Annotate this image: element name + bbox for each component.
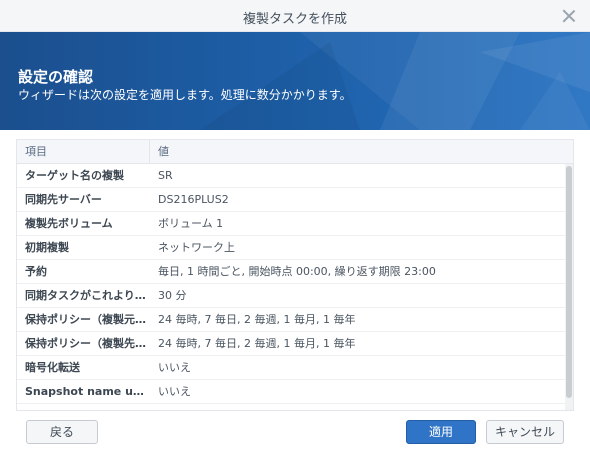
table-row: 同期タスクがこれより長... 30 分 <box>17 284 573 308</box>
cancel-button[interactable]: キャンセル <box>486 420 564 444</box>
row-value: いいえ <box>158 361 191 374</box>
table-row: 予約 毎日, 1 時間ごと, 開始時点 00:00, 繰り返す期限 23:00 <box>17 260 573 284</box>
row-value: 24 毎時, 7 毎日, 2 毎週, 1 毎月, 1 毎年 <box>158 313 356 326</box>
table-row: ターゲット名の複製 SR <box>17 164 573 188</box>
table-row: 暗号化転送 いいえ <box>17 356 573 380</box>
row-item: 同期先サーバー <box>25 193 102 206</box>
table-row: 初期複製 ネットワーク上 <box>17 236 573 260</box>
table-row: 複製先ボリューム ボリューム 1 <box>17 212 573 236</box>
row-item: 保持ポリシー（複製先サ... <box>25 337 150 350</box>
column-header-item[interactable]: 項目 <box>17 140 150 163</box>
table-row: 保持ポリシー（複製先サ... 24 毎時, 7 毎日, 2 毎週, 1 毎月, … <box>17 332 573 356</box>
dialog-title: 複製タスクを作成 <box>242 12 347 27</box>
table-row: 同期先サーバー DS216PLUS2 <box>17 188 573 212</box>
row-item: ターゲット名の複製 <box>25 169 124 182</box>
title-bar: 複製タスクを作成 <box>0 0 590 32</box>
row-value: 24 毎時, 7 毎日, 2 毎週, 1 毎月, 1 毎年 <box>158 337 356 350</box>
header-banner: 設定の確認 ウィザードは次の設定を適用します。処理に数分かかります。 <box>0 32 590 130</box>
banner-title: 設定の確認 <box>18 68 94 86</box>
create-replication-task-dialog: 複製タスクを作成 設定の確認 ウィザードは次の設定を適用します。処理に数分かかり… <box>0 0 590 451</box>
table-header: 項目 値 <box>17 140 573 164</box>
row-item: 同期タスクがこれより長... <box>25 289 150 302</box>
row-value: ネットワーク上 <box>158 241 235 254</box>
apply-button[interactable]: 適用 <box>406 420 476 444</box>
settings-summary-table: 項目 値 ターゲット名の複製 SR 同期先サーバー DS216PLUS2 複製先… <box>16 139 574 411</box>
row-item: 複製先ボリューム <box>25 217 113 230</box>
row-item: 暗号化転送 <box>25 361 80 374</box>
row-item: Snapshot name use... <box>25 385 150 398</box>
row-value: SR <box>158 169 173 182</box>
table-scrollbar[interactable] <box>565 164 573 410</box>
row-value: ボリューム 1 <box>158 217 224 230</box>
row-item: 保持ポリシー（複製元サ... <box>25 313 150 326</box>
row-value: 毎日, 1 時間ごと, 開始時点 00:00, 繰り返す期限 23:00 <box>158 265 436 278</box>
row-value: DS216PLUS2 <box>158 193 229 206</box>
row-item: 初期複製 <box>25 241 69 254</box>
table-row: Snapshot name use... いいえ <box>17 380 573 404</box>
row-value: いいえ <box>158 385 191 398</box>
row-value: 30 分 <box>158 289 187 302</box>
column-header-value[interactable]: 値 <box>150 140 169 163</box>
close-icon[interactable] <box>560 7 578 25</box>
table-row: 保持ポリシー（複製元サ... 24 毎時, 7 毎日, 2 毎週, 1 毎月, … <box>17 308 573 332</box>
back-button[interactable]: 戻る <box>26 420 98 444</box>
row-item: 予約 <box>25 265 47 278</box>
banner-subtitle: ウィザードは次の設定を適用します。処理に数分かかります。 <box>18 88 352 102</box>
scrollbar-thumb[interactable] <box>566 166 572 398</box>
